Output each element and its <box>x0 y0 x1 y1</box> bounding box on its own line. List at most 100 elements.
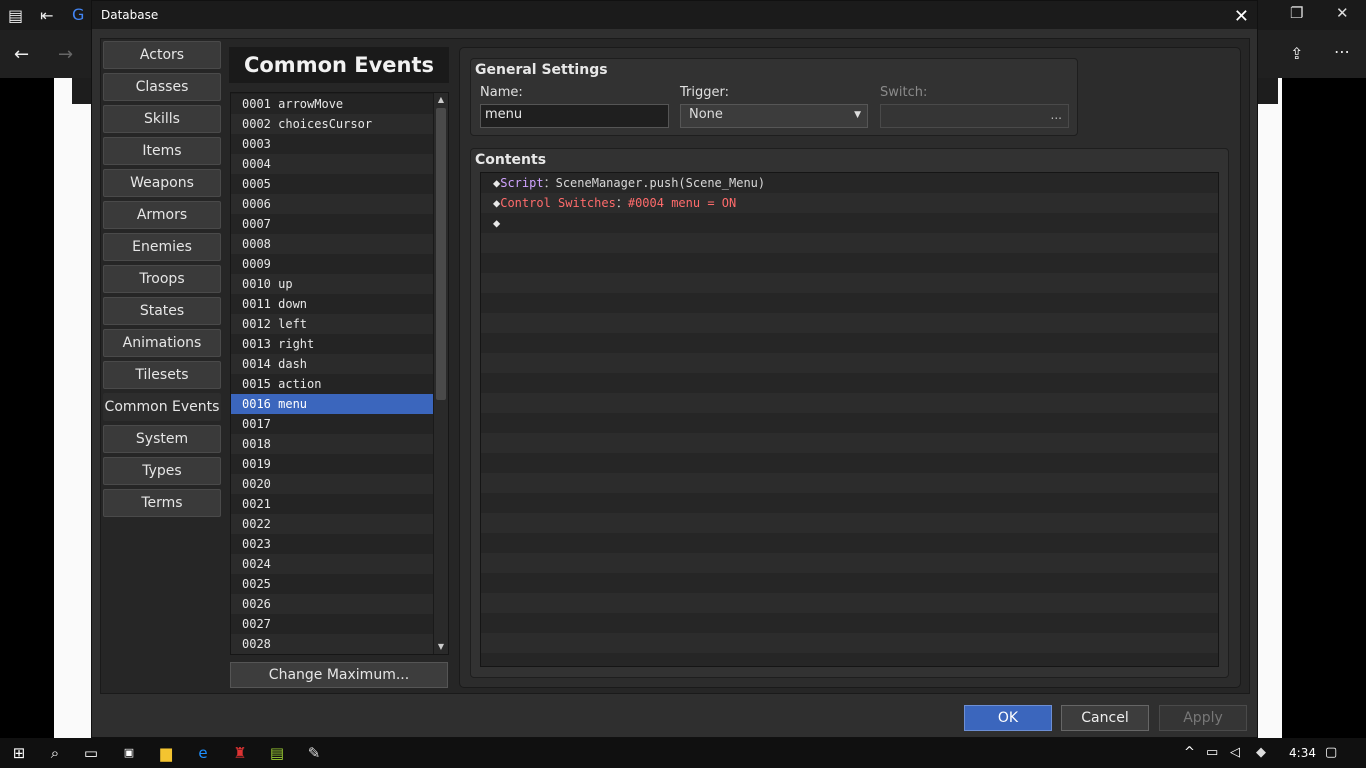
chevron-up-icon[interactable]: ^ <box>1184 738 1195 768</box>
empty-command-row <box>481 573 1218 593</box>
sidebar-item-animations[interactable]: Animations <box>103 329 221 357</box>
name-label: Name: <box>480 85 523 100</box>
list-item[interactable]: 0007 <box>231 214 433 234</box>
list-item[interactable]: 0015 action <box>231 374 433 394</box>
list-item[interactable]: 0011 down <box>231 294 433 314</box>
sidebar-item-tilesets[interactable]: Tilesets <box>103 361 221 389</box>
more-icon[interactable]: ⋯ <box>1334 42 1350 61</box>
command-row[interactable]: ◆Script：SceneManager.push(Scene_Menu) <box>481 173 1218 193</box>
battery-icon[interactable]: ▭ <box>1206 738 1218 768</box>
window-title: Database <box>101 8 159 22</box>
switch-label: Switch: <box>880 85 928 100</box>
list-scrollbar[interactable]: ▲ ▼ <box>433 93 448 654</box>
scroll-down-icon[interactable]: ▼ <box>434 640 448 654</box>
sidebar-item-armors[interactable]: Armors <box>103 201 221 229</box>
trigger-value: None <box>689 107 723 122</box>
empty-command-row <box>481 593 1218 613</box>
sidebar-item-types[interactable]: Types <box>103 457 221 485</box>
sidebar-item-states[interactable]: States <box>103 297 221 325</box>
list-item[interactable]: 0026 <box>231 594 433 614</box>
name-input[interactable]: menu <box>480 104 669 128</box>
sidebar-item-skills[interactable]: Skills <box>103 105 221 133</box>
list-item[interactable]: 0021 <box>231 494 433 514</box>
empty-command-row <box>481 333 1218 353</box>
close-icon[interactable]: ✕ <box>1234 3 1249 31</box>
sidebar-item-enemies[interactable]: Enemies <box>103 233 221 261</box>
task-view-icon[interactable]: ▭ <box>80 742 102 764</box>
list-item[interactable]: 0006 <box>231 194 433 214</box>
list-item[interactable]: 0025 <box>231 574 433 594</box>
file-explorer-icon[interactable]: ▆ <box>155 742 177 764</box>
tabs-icon[interactable]: ▤ <box>8 6 23 25</box>
sidebar-item-weapons[interactable]: Weapons <box>103 169 221 197</box>
empty-command-row <box>481 533 1218 553</box>
empty-command-row <box>481 493 1218 513</box>
list-item[interactable]: 0024 <box>231 554 433 574</box>
scroll-thumb[interactable] <box>436 108 446 400</box>
sidebar-item-troops[interactable]: Troops <box>103 265 221 293</box>
event-commands-list[interactable]: ◆Script：SceneManager.push(Scene_Menu) ◆Co… <box>480 172 1219 667</box>
list-item[interactable]: 0003 <box>231 134 433 154</box>
sidebar-item-common-events[interactable]: Common Events <box>103 393 221 421</box>
empty-command-row <box>481 353 1218 373</box>
list-item[interactable]: 0008 <box>231 234 433 254</box>
browser-close-icon[interactable]: ✕ <box>1336 4 1349 22</box>
empty-command-row <box>481 293 1218 313</box>
back-icon[interactable]: ← <box>14 44 29 65</box>
command-row[interactable]: ◆ <box>481 213 1218 233</box>
google-icon[interactable]: G <box>72 5 84 24</box>
list-item[interactable]: 0009 <box>231 254 433 274</box>
paint-icon[interactable]: ✎ <box>303 742 325 764</box>
list-item[interactable]: 0010 up <box>231 274 433 294</box>
dropbox-icon[interactable]: ◆ <box>1256 738 1266 768</box>
list-item[interactable]: 0023 <box>231 534 433 554</box>
contents-title: Contents <box>475 152 547 168</box>
command-separator: ： <box>615 196 628 210</box>
list-item[interactable]: 0012 left <box>231 314 433 334</box>
cancel-button[interactable]: Cancel <box>1061 705 1149 731</box>
command-row[interactable]: ◆Control Switches：#0004 menu = ON <box>481 193 1218 213</box>
terminal-icon[interactable]: ▣ <box>118 742 140 764</box>
share-icon[interactable]: ⇪ <box>1290 44 1303 63</box>
list-item[interactable]: 0017 <box>231 414 433 434</box>
set-aside-tabs-icon[interactable]: ⇤ <box>40 6 53 25</box>
event-editor-panel: General Settings Name: menu Trigger: Non… <box>459 47 1241 688</box>
volume-icon[interactable]: ◁ <box>1230 738 1240 768</box>
list-item[interactable]: 0027 <box>231 614 433 634</box>
change-maximum-button[interactable]: Change Maximum... <box>230 662 448 688</box>
sidebar-item-actors[interactable]: Actors <box>103 41 221 69</box>
scroll-up-icon[interactable]: ▲ <box>434 93 448 107</box>
general-settings-title: General Settings <box>475 62 608 78</box>
list-item[interactable]: 0002 choicesCursor <box>231 114 433 134</box>
clock[interactable]: 4:34 <box>1289 738 1316 768</box>
empty-command-row <box>481 393 1218 413</box>
windows-start-icon[interactable]: ⊞ <box>8 742 30 764</box>
sidebar-item-terms[interactable]: Terms <box>103 489 221 517</box>
sidebar-item-system[interactable]: System <box>103 425 221 453</box>
list-item[interactable]: 0018 <box>231 434 433 454</box>
restore-icon[interactable]: ❐ <box>1290 4 1303 22</box>
notifications-icon[interactable]: ▢ <box>1325 738 1337 768</box>
list-item[interactable]: 0005 <box>231 174 433 194</box>
notepad-icon[interactable]: ▤ <box>266 742 288 764</box>
chevron-down-icon: ▼ <box>854 110 861 120</box>
rpg-maker-icon[interactable]: ♜ <box>229 742 251 764</box>
list-item[interactable]: 0014 dash <box>231 354 433 374</box>
list-item[interactable]: 0020 <box>231 474 433 494</box>
list-item[interactable]: 0004 <box>231 154 433 174</box>
list-item[interactable]: 0013 right <box>231 334 433 354</box>
edge-icon[interactable]: e <box>192 742 214 764</box>
search-icon[interactable]: ⌕ <box>44 742 66 764</box>
list-item[interactable]: 0019 <box>231 454 433 474</box>
ok-button[interactable]: OK <box>964 705 1052 731</box>
empty-command-row <box>481 253 1218 273</box>
sidebar-item-classes[interactable]: Classes <box>103 73 221 101</box>
trigger-select[interactable]: None ▼ <box>680 104 868 128</box>
sidebar-item-items[interactable]: Items <box>103 137 221 165</box>
empty-command-row <box>481 633 1218 653</box>
list-item[interactable]: 0016 menu <box>231 394 433 414</box>
list-item[interactable]: 0001 arrowMove <box>231 94 433 114</box>
list-item[interactable]: 0022 <box>231 514 433 534</box>
list-item[interactable]: 0028 <box>231 634 433 654</box>
common-events-list[interactable]: 0001 arrowMove 0002 choicesCursor 0003 0004… <box>230 92 449 655</box>
